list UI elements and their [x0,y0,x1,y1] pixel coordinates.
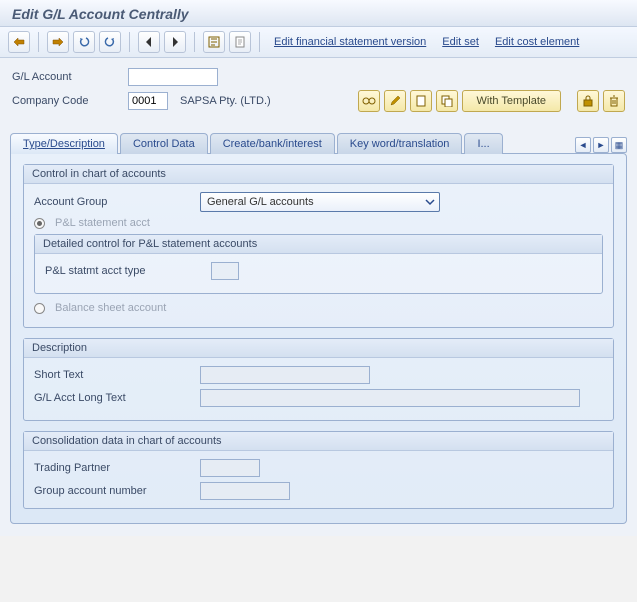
with-template-label: With Template [477,95,547,107]
page-title: Edit G/L Account Centrally [12,6,625,22]
tab-scroll-left-icon[interactable]: ◄ [575,137,591,153]
header-area: G/L Account Company Code SAPSA Pty. (LTD… [0,58,637,124]
nav-out-icon[interactable] [8,31,30,53]
new-doc-icon[interactable] [410,90,432,112]
group-consolidation: Consolidation data in chart of accounts … [23,431,614,509]
pl-type-input[interactable] [211,262,239,280]
company-code-input[interactable] [128,92,168,110]
account-group-select[interactable]: General G/L accounts [200,192,440,212]
nav-in-icon[interactable] [47,31,69,53]
link-edit-set[interactable]: Edit set [436,36,485,48]
link-edit-cost[interactable]: Edit cost element [489,36,585,48]
tab-keyword-translation[interactable]: Key word/translation [337,133,463,154]
pl-statement-radio[interactable] [34,218,45,229]
link-fin-stmt[interactable]: Edit financial statement version [268,36,432,48]
pl-statement-label: P&L statement acct [55,217,150,229]
glasses-icon[interactable] [358,90,380,112]
trading-partner-input[interactable] [200,459,260,477]
account-group-label: Account Group [34,196,194,208]
short-text-input[interactable] [200,366,370,384]
balance-sheet-label: Balance sheet account [55,302,166,314]
group-control-title: Control in chart of accounts [24,165,613,184]
display-change-icon[interactable] [203,31,225,53]
company-name-text: SAPSA Pty. (LTD.) [180,95,271,107]
copy-doc-icon[interactable] [436,90,458,112]
delete-icon[interactable] [603,90,625,112]
company-code-label: Company Code [12,95,122,107]
pencil-icon[interactable] [384,90,406,112]
redo-icon[interactable] [99,31,121,53]
with-template-button[interactable]: With Template [462,90,562,112]
group-desc-title: Description [24,339,613,358]
tab-type-description[interactable]: Type/Description [10,133,118,154]
tab-list-icon[interactable]: ▦ [611,137,627,153]
group-account-label: Group account number [34,485,194,497]
tab-control-data[interactable]: Control Data [120,133,208,154]
gl-account-input[interactable] [128,68,218,86]
tabstrip: Type/Description Control Data Create/ban… [10,132,627,153]
tab-create-bank-interest[interactable]: Create/bank/interest [210,133,335,154]
next-icon[interactable] [164,31,186,53]
short-text-label: Short Text [34,369,194,381]
group-consol-title: Consolidation data in chart of accounts [24,432,613,451]
tab-info-more[interactable]: I... [464,133,502,154]
document-icon[interactable] [229,31,251,53]
account-group-value: General G/L accounts [207,196,314,208]
lock-icon[interactable] [577,90,599,112]
pl-type-label: P&L statmt acct type [45,265,205,277]
long-text-label: G/L Acct Long Text [34,392,194,404]
app-toolbar: Edit financial statement version Edit se… [0,27,637,58]
long-text-input[interactable] [200,389,580,407]
group-control-chart: Control in chart of accounts Account Gro… [23,164,614,328]
group-description: Description Short Text G/L Acct Long Tex… [23,338,614,421]
tab-body: Control in chart of accounts Account Gro… [10,153,627,524]
prev-icon[interactable] [138,31,160,53]
detailed-control-title: Detailed control for P&L statement accou… [35,235,602,254]
gl-account-label: G/L Account [12,71,122,83]
balance-sheet-radio[interactable] [34,303,45,314]
trading-partner-label: Trading Partner [34,462,194,474]
chevron-down-icon [425,197,435,207]
tab-scroll-right-icon[interactable]: ► [593,137,609,153]
group-account-input[interactable] [200,482,290,500]
undo-icon[interactable] [73,31,95,53]
